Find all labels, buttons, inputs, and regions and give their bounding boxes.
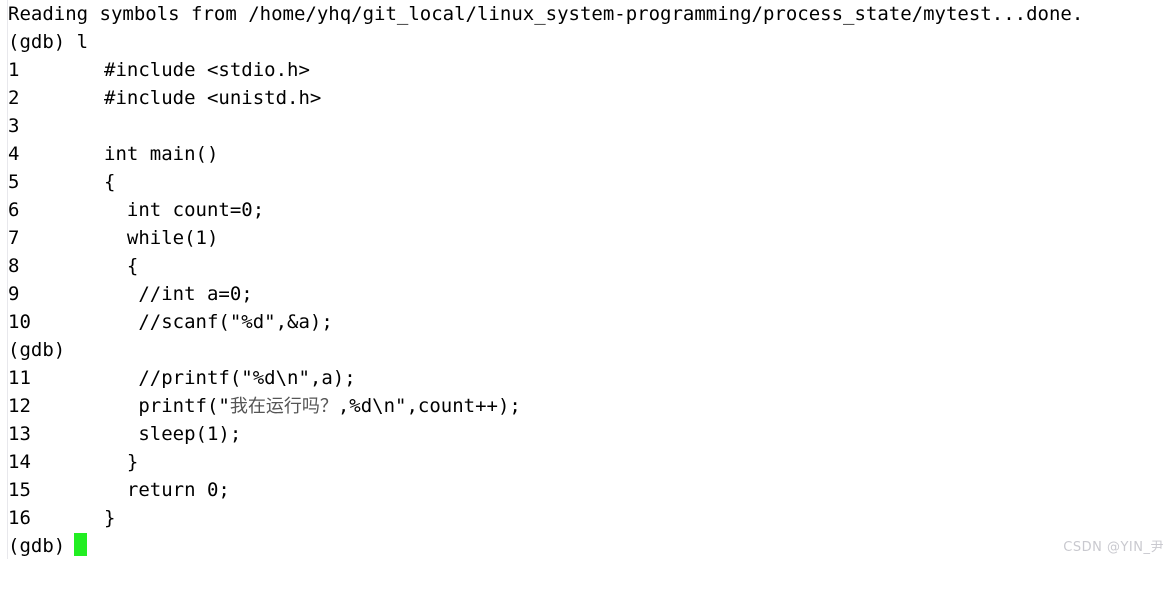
source-line-15: 15 return 0; <box>0 476 1172 504</box>
line-code-suffix: ,%d\n",count++); <box>337 395 521 417</box>
gdb-prompt-last[interactable]: (gdb) <box>8 532 88 560</box>
line-code: printf("我在运行吗？,%d\n",count++); <box>104 392 521 421</box>
line-number: 14 <box>8 451 31 473</box>
line-code: #include <unistd.h> <box>104 87 322 109</box>
terminal-line-header: Reading symbols from /home/yhq/git_local… <box>0 0 1172 28</box>
source-line-13: 13 sleep(1); <box>0 420 1172 448</box>
line-number: 8 <box>8 255 20 277</box>
source-line-6: 6 int count=0; <box>0 196 1172 224</box>
line-number: 7 <box>8 227 20 249</box>
gdb-prompt-with-list-command: (gdb) l <box>8 31 89 53</box>
line-code: int main() <box>104 143 219 165</box>
line-number: 4 <box>8 143 20 165</box>
line-code: return 0; <box>104 479 230 501</box>
reading-symbols-text: Reading symbols from /home/yhq/git_local… <box>8 3 1084 25</box>
gdb-terminal: Reading symbols from /home/yhq/git_local… <box>0 0 1172 559</box>
line-number: 2 <box>8 87 20 109</box>
line-code: //printf("%d\n",a); <box>104 367 356 389</box>
line-code-cjk-literal: 我在运行吗？ <box>229 396 338 417</box>
gdb-prompt-last-text: (gdb) <box>8 535 66 557</box>
line-code: while(1) <box>104 227 219 249</box>
source-line-7: 7 while(1) <box>0 224 1172 252</box>
line-number: 16 <box>8 507 31 529</box>
source-line-12: 12 printf("我在运行吗？,%d\n",count++); <box>0 392 1172 420</box>
line-number: 1 <box>8 59 20 81</box>
line-number: 9 <box>8 283 20 305</box>
source-line-14: 14 } <box>0 448 1172 476</box>
line-code: { <box>104 255 139 277</box>
terminal-line-prompt-mid: (gdb) <box>0 336 1172 364</box>
line-code: #include <stdio.h> <box>104 59 310 81</box>
source-line-10: 10 //scanf("%d",&a); <box>0 308 1172 336</box>
line-number: 3 <box>8 115 20 137</box>
line-number: 11 <box>8 367 31 389</box>
line-code: { <box>104 171 116 193</box>
text-cursor <box>74 533 88 556</box>
source-line-2: 2 #include <unistd.h> <box>0 84 1172 112</box>
terminal-line-prompt-last[interactable]: (gdb) <box>0 532 1172 560</box>
source-line-4: 4 int main() <box>0 140 1172 168</box>
terminal-line-prompt-list: (gdb) l <box>0 28 1172 56</box>
line-code: } <box>104 507 116 529</box>
line-code-prefix: printf(" <box>104 395 230 417</box>
line-number: 10 <box>8 311 31 333</box>
line-code: sleep(1); <box>104 423 242 445</box>
line-number: 6 <box>8 199 20 221</box>
line-code: } <box>104 451 139 473</box>
line-number: 15 <box>8 479 31 501</box>
line-code: //int a=0; <box>104 283 253 305</box>
line-code: //scanf("%d",&a); <box>104 311 333 333</box>
line-number: 12 <box>8 395 31 417</box>
line-number: 13 <box>8 423 31 445</box>
source-line-1: 1 #include <stdio.h> <box>0 56 1172 84</box>
source-line-9: 9 //int a=0; <box>0 280 1172 308</box>
source-line-16: 16 } <box>0 504 1172 532</box>
source-line-3: 3 <box>0 112 1172 140</box>
gdb-prompt-mid: (gdb) <box>8 339 66 361</box>
line-code: int count=0; <box>104 199 265 221</box>
source-line-5: 5 { <box>0 168 1172 196</box>
source-line-11: 11 //printf("%d\n",a); <box>0 364 1172 392</box>
csdn-watermark: CSDN @YIN_尹 <box>1063 540 1164 555</box>
line-number: 5 <box>8 171 20 193</box>
source-line-8: 8 { <box>0 252 1172 280</box>
